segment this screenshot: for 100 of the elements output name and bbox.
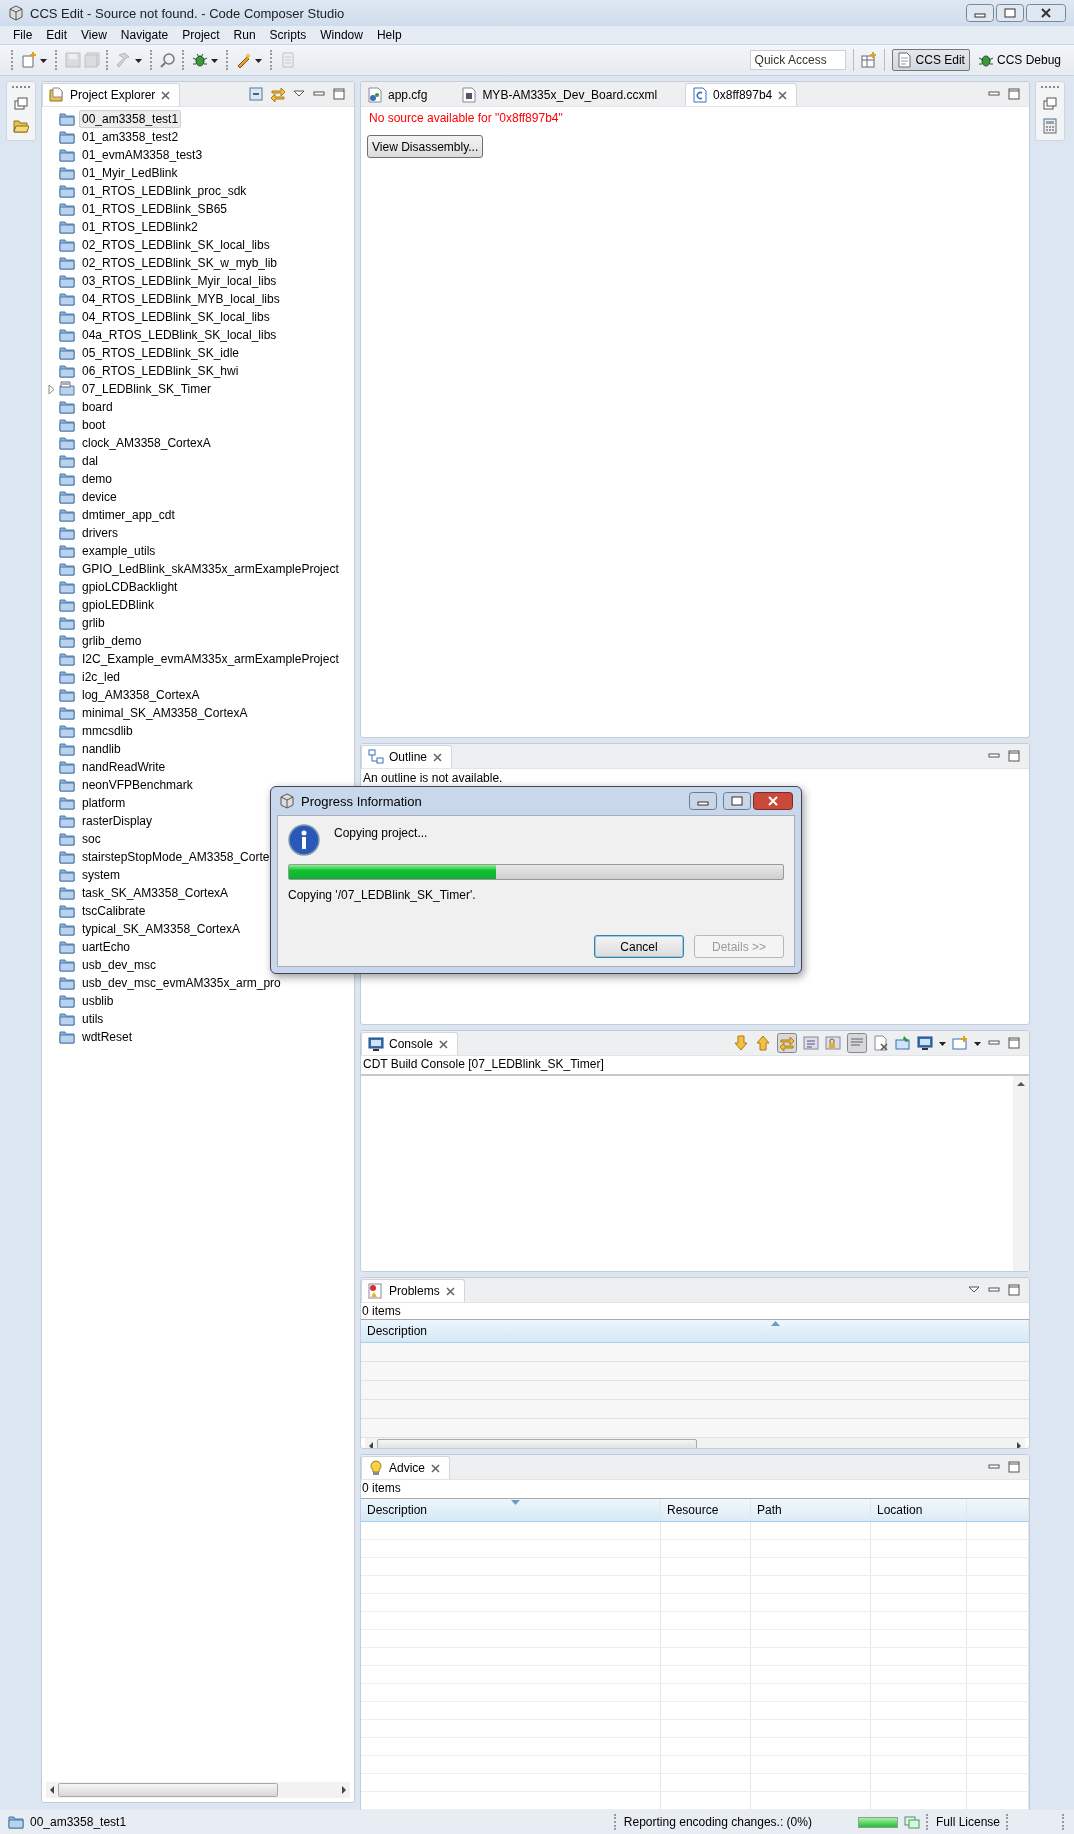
close-icon[interactable] (432, 751, 444, 763)
maximize-icon[interactable] (1007, 87, 1021, 101)
tree-item[interactable]: log_AM3358_CortexA (79, 686, 203, 704)
new-console-icon[interactable] (952, 1035, 968, 1051)
maximize-icon[interactable] (1007, 1036, 1021, 1050)
tree-item[interactable]: utils (79, 1010, 107, 1028)
view-tab[interactable]: Advice (361, 1456, 451, 1479)
tree-item[interactable]: 01_am3358_test2 (79, 128, 182, 146)
tree-item[interactable]: 00_am3358_test1 (79, 110, 182, 128)
tree-item[interactable]: demo (79, 470, 116, 488)
tree-item[interactable]: 01_Myir_LedBlink (79, 164, 181, 182)
tree-item[interactable]: example_utils (79, 542, 159, 560)
display-console-icon[interactable] (917, 1035, 933, 1051)
close-icon[interactable] (444, 1285, 456, 1297)
tree-item[interactable]: 04_RTOS_LEDBlink_SK_local_libs (79, 308, 273, 326)
tree-item[interactable]: typical_SK_AM3358_CortexA (79, 920, 244, 938)
view-tab[interactable]: Project Explorer (42, 83, 181, 106)
tree-item[interactable]: platform (79, 794, 129, 812)
close-icon[interactable] (753, 792, 793, 810)
tree-item[interactable]: rasterDisplay (79, 812, 156, 830)
view-tab[interactable]: Console (361, 1032, 459, 1055)
link-editor-icon[interactable] (270, 86, 286, 102)
scroll-lock-icon[interactable] (803, 1035, 819, 1051)
minimize-icon[interactable] (966, 4, 994, 22)
bug-icon[interactable] (192, 52, 208, 68)
tree-item[interactable]: 05_RTOS_LEDBlink_SK_idle (79, 344, 242, 362)
column-header[interactable]: Location (871, 1499, 967, 1521)
caret-icon[interactable] (211, 56, 218, 64)
pin-console-icon[interactable] (895, 1035, 911, 1051)
tree-item[interactable]: dal (79, 452, 101, 470)
clear-console-icon[interactable] (873, 1035, 889, 1051)
tree-item[interactable]: clock_AM3358_CortexA (79, 434, 214, 452)
editor-tab[interactable]: 0x8ff897b4 (685, 83, 798, 106)
column-header[interactable]: Description (361, 1320, 1029, 1342)
tree-item[interactable]: board (79, 398, 116, 416)
tree-item[interactable]: 04_RTOS_LEDBlink_MYB_local_libs (79, 290, 283, 308)
lock-icon[interactable] (825, 1035, 841, 1051)
tree-item[interactable]: 02_RTOS_LEDBlink_SK_w_myb_lib (79, 254, 280, 272)
tree-item[interactable]: gpioLEDBlink (79, 596, 158, 614)
expand-arrow-icon[interactable] (48, 384, 55, 394)
tree-item[interactable]: grlib_demo (79, 632, 145, 650)
menu-item[interactable]: Run (226, 28, 263, 42)
menu-item[interactable]: Edit (39, 28, 75, 42)
progress-view-icon[interactable] (903, 1814, 920, 1830)
wand-icon[interactable] (236, 52, 252, 68)
tree-item[interactable]: minimal_SK_AM3358_CortexA (79, 704, 251, 722)
tree-item[interactable]: uartEcho (79, 938, 134, 956)
sort-arrow-icon[interactable] (771, 1321, 780, 1326)
restore-icon[interactable] (1042, 96, 1058, 112)
word-wrap-icon[interactable] (847, 1033, 867, 1053)
tree-item[interactable]: 07_LEDBlink_SK_Timer (79, 380, 214, 398)
tree-item[interactable]: task_SK_AM3358_CortexA (79, 884, 232, 902)
caret-icon[interactable] (939, 1039, 946, 1047)
tree-item[interactable]: tscCalibrate (79, 902, 149, 920)
maximize-icon[interactable] (723, 792, 751, 810)
close-icon[interactable] (1026, 4, 1066, 22)
tree-item[interactable]: GPIO_LedBlink_skAM335x_armExampleProject (79, 560, 342, 578)
close-icon[interactable] (438, 1038, 450, 1050)
scrollbar[interactable] (1013, 1076, 1029, 1271)
arrow-down-icon[interactable] (733, 1035, 749, 1051)
perspective-button[interactable]: CCS Edit (891, 49, 970, 71)
editor-tab[interactable]: app.cfg (361, 84, 436, 106)
tree-item[interactable]: 01_RTOS_LEDBlink2 (79, 218, 201, 236)
close-icon[interactable] (777, 89, 789, 101)
tree-item[interactable]: 02_RTOS_LEDBlink_SK_local_libs (79, 236, 273, 254)
tree-item[interactable]: usb_dev_msc (79, 956, 160, 974)
maximize-icon[interactable] (996, 4, 1024, 22)
tree-item[interactable]: nandlib (79, 740, 124, 758)
tree-item[interactable]: 01_RTOS_LEDBlink_SB65 (79, 200, 230, 218)
open-folder-icon[interactable] (13, 118, 29, 134)
column-header[interactable]: Path (751, 1499, 871, 1521)
tree-item[interactable]: 04a_RTOS_LEDBlink_SK_local_libs (79, 326, 280, 344)
restore-icon[interactable] (13, 96, 29, 112)
menu-item[interactable]: View (74, 28, 114, 42)
column-header[interactable]: Description (361, 1499, 661, 1521)
tree-item[interactable]: device (79, 488, 120, 506)
tree-item[interactable]: grlib (79, 614, 108, 632)
menu-item[interactable]: Window (313, 28, 370, 42)
tree-item[interactable]: usblib (79, 992, 117, 1010)
collapse-all-icon[interactable] (248, 86, 264, 102)
view-tab[interactable]: Problems (361, 1279, 465, 1302)
quick-access-field[interactable]: Quick Access (749, 50, 846, 70)
maximize-icon[interactable] (1007, 749, 1021, 763)
maximize-icon[interactable] (1007, 1460, 1021, 1474)
maximize-icon[interactable] (332, 87, 346, 101)
tree-item[interactable]: dmtimer_app_cdt (79, 506, 178, 524)
caret-icon[interactable] (974, 1039, 981, 1047)
caret-icon[interactable] (255, 56, 262, 64)
tree-item[interactable]: 01_RTOS_LEDBlink_proc_sdk (79, 182, 250, 200)
scrollbar[interactable] (46, 1782, 350, 1798)
search-icon[interactable] (160, 52, 176, 68)
perspective-button[interactable]: CCS Debug (972, 49, 1066, 71)
tree-item[interactable]: system (79, 866, 123, 884)
column-header[interactable]: Resource (661, 1499, 751, 1521)
calculator-icon[interactable] (1042, 118, 1058, 134)
editor-tab[interactable]: MYB-AM335x_Dev_Board.ccxml (455, 84, 666, 106)
menu-item[interactable]: Project (175, 28, 227, 42)
tree-item[interactable]: usb_dev_msc_evmAM335x_arm_pro (79, 974, 284, 992)
view-disassembly-button[interactable]: View Disassembly... (367, 135, 484, 158)
tree-item[interactable]: gpioLCDBacklight (79, 578, 181, 596)
